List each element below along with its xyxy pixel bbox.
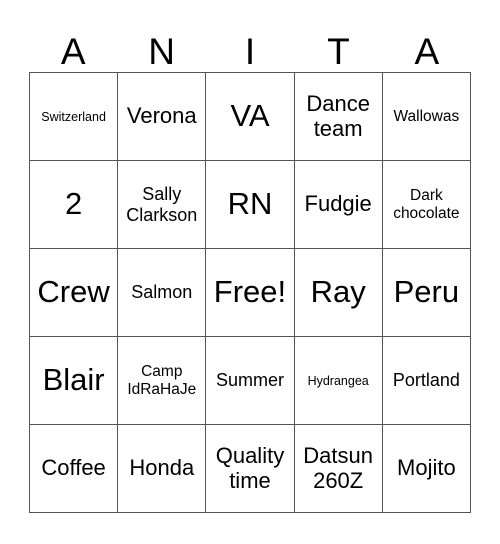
bingo-cell-label: Wallowas bbox=[393, 107, 460, 125]
bingo-header-row: ANITA bbox=[29, 22, 471, 72]
bingo-cell-label: Portland bbox=[392, 370, 460, 391]
bingo-cell-label: Coffee bbox=[41, 455, 106, 481]
bingo-cell-label: Fudgie bbox=[304, 191, 372, 217]
bingo-header-letter-0: A bbox=[60, 31, 86, 72]
bingo-cell-r0-c2[interactable]: VA bbox=[205, 72, 295, 161]
bingo-cell-label: Quality time bbox=[215, 442, 285, 493]
bingo-cell-label: Crew bbox=[37, 274, 110, 310]
bingo-cell-r2-c4[interactable]: Peru bbox=[381, 248, 472, 337]
bingo-cell-label: Free! bbox=[213, 274, 287, 310]
bingo-cell-r1-c0[interactable]: 2 bbox=[28, 160, 119, 249]
bingo-card: A N I T A Switzerland Verona VA Dance team Wallo… bbox=[28, 22, 472, 513]
bingo-row: Blair Camp IdRaHaJe Summer Hydrangea Portlan… bbox=[28, 336, 472, 425]
bingo-row: Switzerland Verona VA Dance team Wallowas bbox=[28, 72, 472, 161]
bingo-cell-label: Datsun 260Z bbox=[303, 442, 374, 493]
bingo-cell-label: Summer bbox=[215, 370, 284, 391]
bingo-cell-label: 2 bbox=[64, 186, 83, 222]
bingo-grid: Switzerland Verona VA Dance team Wallowas 2 Sa… bbox=[28, 72, 472, 513]
bingo-cell-r3-c1[interactable]: Camp IdRaHaJe bbox=[117, 336, 207, 425]
bingo-row: Coffee Honda Quality time Datsun 260Z Mojito bbox=[28, 424, 472, 513]
bingo-cell-label: RN bbox=[227, 186, 273, 222]
bingo-cell-label: Dark chocolate bbox=[393, 187, 460, 222]
bingo-cell-r3-c3[interactable]: Hydrangea bbox=[293, 336, 383, 425]
bingo-cell-r0-c1[interactable]: Verona bbox=[117, 72, 207, 161]
bingo-cell-r3-c0[interactable]: Blair bbox=[28, 336, 119, 425]
bingo-cell-r0-c0[interactable]: Switzerland bbox=[28, 72, 119, 161]
bingo-cell-r1-c4[interactable]: Dark chocolate bbox=[381, 160, 472, 249]
bingo-cell-r1-c1[interactable]: Sally Clarkson bbox=[117, 160, 207, 249]
bingo-cell-label: Switzerland bbox=[41, 109, 106, 124]
bingo-cell-label: Ray bbox=[310, 274, 366, 310]
bingo-cell-r2-c1[interactable]: Salmon bbox=[117, 248, 207, 337]
bingo-header-letter-4: A bbox=[414, 31, 440, 72]
bingo-cell-r4-c2[interactable]: Quality time bbox=[205, 424, 295, 513]
bingo-header-letter-2: I bbox=[244, 31, 256, 72]
bingo-cell-r2-c2[interactable]: Free! bbox=[205, 248, 295, 337]
bingo-cell-r3-c4[interactable]: Portland bbox=[381, 336, 472, 425]
bingo-cell-r1-c3[interactable]: Fudgie bbox=[293, 160, 383, 249]
bingo-cell-label: Camp IdRaHaJe bbox=[127, 363, 197, 398]
bingo-cell-label: Peru bbox=[393, 274, 460, 310]
bingo-cell-r4-c0[interactable]: Coffee bbox=[28, 424, 119, 513]
bingo-cell-r0-c4[interactable]: Wallowas bbox=[381, 72, 472, 161]
bingo-cell-r4-c3[interactable]: Datsun 260Z bbox=[293, 424, 383, 513]
bingo-cell-r3-c2[interactable]: Summer bbox=[205, 336, 295, 425]
bingo-cell-label: VA bbox=[230, 98, 270, 134]
bingo-cell-r4-c1[interactable]: Honda bbox=[117, 424, 207, 513]
bingo-cell-label: Honda bbox=[129, 455, 195, 481]
bingo-row: Crew Salmon Free! Ray Peru bbox=[28, 248, 472, 337]
bingo-cell-label: Dance team bbox=[306, 90, 370, 141]
bingo-cell-r2-c0[interactable]: Crew bbox=[28, 248, 119, 337]
bingo-header-letter-3: T bbox=[327, 31, 350, 72]
bingo-cell-label: Blair bbox=[42, 362, 105, 398]
bingo-cell-label: Sally Clarkson bbox=[126, 184, 198, 225]
bingo-cell-label: Verona bbox=[126, 103, 197, 129]
bingo-cell-r0-c3[interactable]: Dance team bbox=[293, 72, 383, 161]
bingo-cell-r2-c3[interactable]: Ray bbox=[293, 248, 383, 337]
bingo-cell-r4-c4[interactable]: Mojito bbox=[381, 424, 472, 513]
bingo-header-letter-1: N bbox=[148, 31, 175, 72]
bingo-cell-label: Mojito bbox=[397, 455, 456, 481]
bingo-cell-r1-c2[interactable]: RN bbox=[205, 160, 295, 249]
bingo-row: 2 Sally Clarkson RN Fudgie Dark chocolate bbox=[28, 160, 472, 249]
bingo-cell-label: Hydrangea bbox=[307, 373, 369, 388]
bingo-cell-label: Salmon bbox=[131, 282, 193, 303]
bingo-grid-body: Switzerland Verona VA Dance team Wallowas 2 Sa… bbox=[28, 72, 472, 513]
